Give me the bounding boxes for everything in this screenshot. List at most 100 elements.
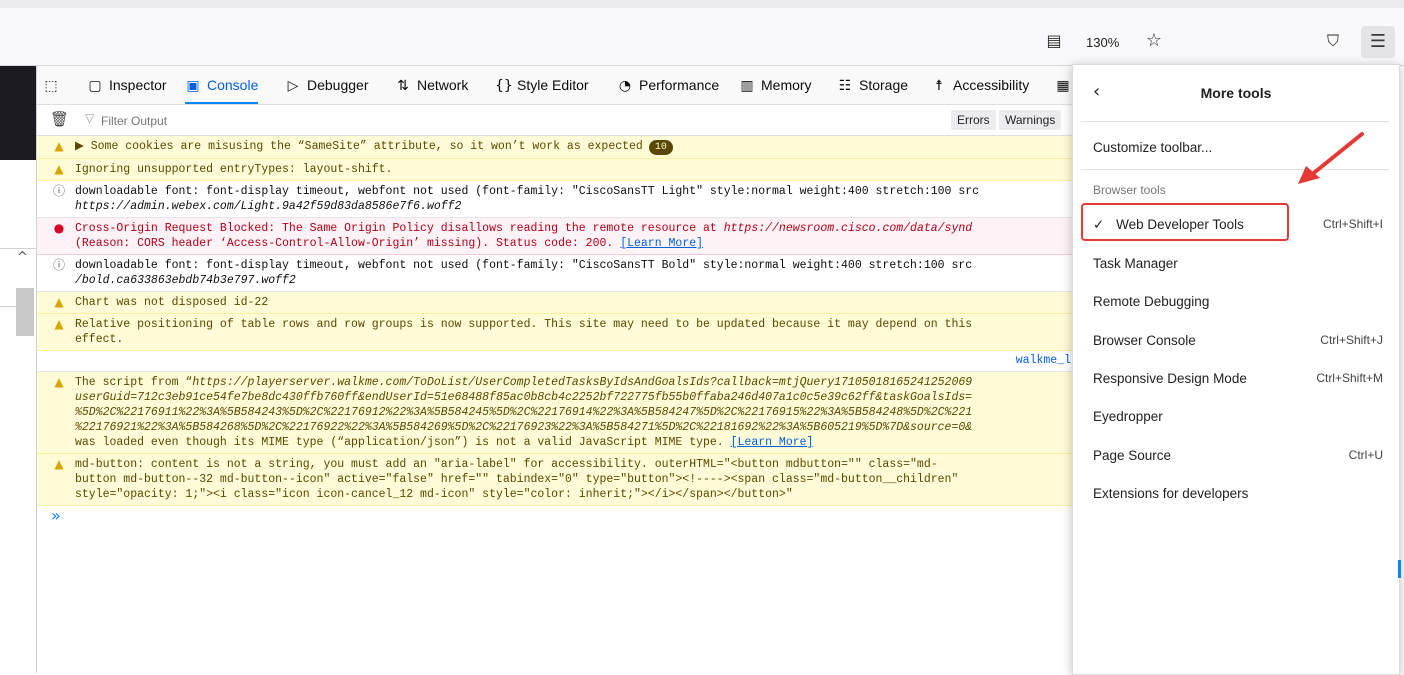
- tab-console[interactable]: ▣ Console: [185, 66, 259, 104]
- console-message[interactable]: ▲ The script from “https://playerserver.…: [37, 372, 1077, 454]
- menu-item-label: Task Manager: [1093, 256, 1178, 271]
- console-message[interactable]: ▲ ▶ Some cookies are misusing the “SameS…: [37, 136, 1077, 159]
- message-text: button md-button--32 md-button--icon" ac…: [75, 473, 959, 486]
- menu-item-remote-debugging[interactable]: Remote Debugging: [1093, 294, 1383, 309]
- message-text: Ignoring unsupported entryTypes: layout-…: [75, 163, 393, 176]
- tab-inspector[interactable]: ▢ Inspector: [87, 66, 167, 104]
- menu-item-label: Page Source: [1093, 448, 1172, 463]
- hamburger-menu-icon[interactable]: ☰: [1361, 26, 1395, 58]
- scrollbar-thumb[interactable]: [16, 288, 34, 336]
- tab-label: Inspector: [109, 77, 167, 93]
- menu-item-extensions-for-developers[interactable]: Extensions for developers: [1093, 486, 1383, 501]
- element-picker-icon[interactable]: ⬚: [43, 66, 65, 104]
- page-header-dark: [0, 66, 36, 160]
- menu-item-task-manager[interactable]: Task Manager: [1093, 256, 1383, 271]
- console-message[interactable]: ▲ Relative positioning of table rows and…: [37, 314, 1077, 351]
- tab-storage[interactable]: ☷ Storage: [837, 66, 908, 104]
- filter-errors-button[interactable]: Errors: [951, 110, 996, 130]
- message-url: %5D%2C%22176911%22%3A%5B584243%5D%2C%221…: [75, 406, 973, 419]
- filter-output-input[interactable]: [83, 109, 403, 133]
- memory-icon: ▥: [740, 78, 754, 94]
- repeat-count-badge: 10: [648, 140, 673, 155]
- console-message[interactable]: ▲ Ignoring unsupported entryTypes: layou…: [37, 159, 1077, 181]
- accessibility-icon: ☨: [935, 78, 943, 94]
- menu-item-shortcut: Ctrl+Shift+M: [1316, 371, 1383, 385]
- menu-item-responsive-design-mode[interactable]: Responsive Design Mode Ctrl+Shift+M: [1093, 371, 1383, 386]
- learn-more-link[interactable]: [Learn More]: [731, 436, 814, 449]
- console-message[interactable]: ⓘ downloadable font: font-display timeou…: [37, 181, 1077, 218]
- tab-label: Style Editor: [517, 77, 589, 93]
- message-text: The script from “: [75, 376, 193, 389]
- chevron-up-icon[interactable]: ^: [17, 250, 28, 265]
- warning-icon: ▲: [54, 139, 64, 153]
- tab-performance[interactable]: ◔ Performance: [617, 66, 719, 104]
- tab-strip: [0, 0, 1404, 8]
- menu-item-browser-console[interactable]: Browser Console Ctrl+Shift+J: [1093, 333, 1383, 348]
- message-text: ▶ Some cookies are misusing the “SameSit…: [75, 140, 643, 153]
- console-filter-bar: 🗑 ▽ Errors Warnings: [37, 105, 1077, 136]
- console-output: ▲ ▶ Some cookies are misusing the “SameS…: [37, 136, 1077, 536]
- console-input-row[interactable]: »: [37, 506, 1077, 536]
- warning-icon: ▲: [54, 295, 64, 309]
- debugger-icon: ▷: [287, 78, 299, 94]
- menu-item-shortcut: Ctrl+U: [1348, 448, 1383, 462]
- filter-warnings-button[interactable]: Warnings: [999, 110, 1062, 130]
- page-content-sliver: ^: [0, 66, 36, 673]
- menu-item-shortcut: Ctrl+Shift+I: [1322, 217, 1383, 231]
- tab-label: Performance: [639, 77, 720, 93]
- bookmark-star-icon[interactable]: ☆: [1143, 30, 1165, 52]
- message-url[interactable]: /bold.ca633863ebdb74b3e797.woff2: [75, 273, 1077, 288]
- tab-label: Debugger: [307, 77, 369, 93]
- performance-icon: ◔: [618, 78, 632, 94]
- message-text: Chart was not disposed id-22: [75, 296, 269, 309]
- tab-label: Memory: [761, 77, 812, 93]
- page-divider: [0, 248, 36, 249]
- page-divider: [0, 306, 16, 307]
- clear-console-icon[interactable]: 🗑: [50, 110, 69, 128]
- tab-memory[interactable]: ▥ Memory: [739, 66, 812, 104]
- zoom-level-button[interactable]: 130%: [1080, 33, 1125, 52]
- menu-item-label: Responsive Design Mode: [1093, 371, 1247, 386]
- message-text: downloadable font: font-display timeout,…: [75, 185, 980, 198]
- error-icon: ●: [53, 221, 65, 235]
- learn-more-link[interactable]: [Learn More]: [620, 237, 703, 250]
- menu-item-label: Remote Debugging: [1093, 294, 1210, 309]
- annotation-arrow-icon: [1298, 132, 1364, 184]
- message-text: effect.: [75, 333, 124, 346]
- menu-divider: [1081, 121, 1389, 122]
- menu-item-shortcut: Ctrl+Shift+J: [1320, 333, 1383, 347]
- tab-network[interactable]: ⇅ Network: [395, 66, 468, 104]
- message-text: (Reason: CORS header ‘Access-Control-All…: [75, 237, 614, 250]
- tab-label: Network: [417, 77, 469, 93]
- devtools-tab-bar: ⬚ ▢ Inspector ▣ Console ▷ Debugger ⇅ Network…: [37, 66, 1077, 105]
- pocket-icon[interactable]: ⛉: [1322, 30, 1344, 52]
- tab-accessibility[interactable]: ☨ Accessibility: [931, 66, 1029, 104]
- warning-icon: ▲: [54, 317, 64, 331]
- source-link[interactable]: walkme_l: [1016, 354, 1071, 367]
- message-url[interactable]: https://newsroom.cisco.com/data/synd: [724, 222, 972, 235]
- menu-item-web-developer-tools[interactable]: ✓ Web Developer Tools Ctrl+Shift+I: [1093, 217, 1383, 233]
- reader-view-icon[interactable]: ▤: [1043, 30, 1065, 52]
- console-message[interactable]: ⓘ downloadable font: font-display timeou…: [37, 255, 1077, 292]
- warning-icon: ▲: [54, 457, 64, 471]
- menu-item-eyedropper[interactable]: Eyedropper: [1093, 409, 1383, 424]
- message-text: Cross-Origin Request Blocked: The Same O…: [75, 222, 724, 235]
- message-url[interactable]: https://admin.webex.com/Light.9a42f59d83…: [75, 199, 1077, 214]
- console-message[interactable]: ▲ Chart was not disposed id-22: [37, 292, 1077, 314]
- tab-style-editor[interactable]: {} Style Editor: [495, 66, 589, 104]
- console-icon: ▣: [186, 78, 200, 94]
- console-message[interactable]: ▲ md-button: content is not a string, yo…: [37, 454, 1077, 506]
- warning-icon: ▲: [54, 375, 64, 389]
- menu-item-page-source[interactable]: Page Source Ctrl+U: [1093, 448, 1383, 463]
- inspector-icon: ▢: [88, 78, 102, 94]
- menu-item-label: Eyedropper: [1093, 409, 1163, 424]
- menu-section-label: Browser tools: [1093, 183, 1166, 197]
- message-url: %22176921%22%3A%5B584268%5D%2C%22176922%…: [75, 421, 973, 434]
- console-message[interactable]: ● Cross-Origin Request Blocked: The Same…: [37, 218, 1077, 255]
- menu-item-label: Browser Console: [1093, 333, 1196, 348]
- menu-item-label: Web Developer Tools: [1116, 217, 1244, 232]
- message-url[interactable]: https://playerserver.walkme.com/ToDoList…: [192, 376, 972, 389]
- browser-toolbar: ▤ 130% ☆ ⛉ ☰: [0, 0, 1404, 66]
- tab-debugger[interactable]: ▷ Debugger: [285, 66, 369, 104]
- scroll-indicator: [1398, 560, 1401, 578]
